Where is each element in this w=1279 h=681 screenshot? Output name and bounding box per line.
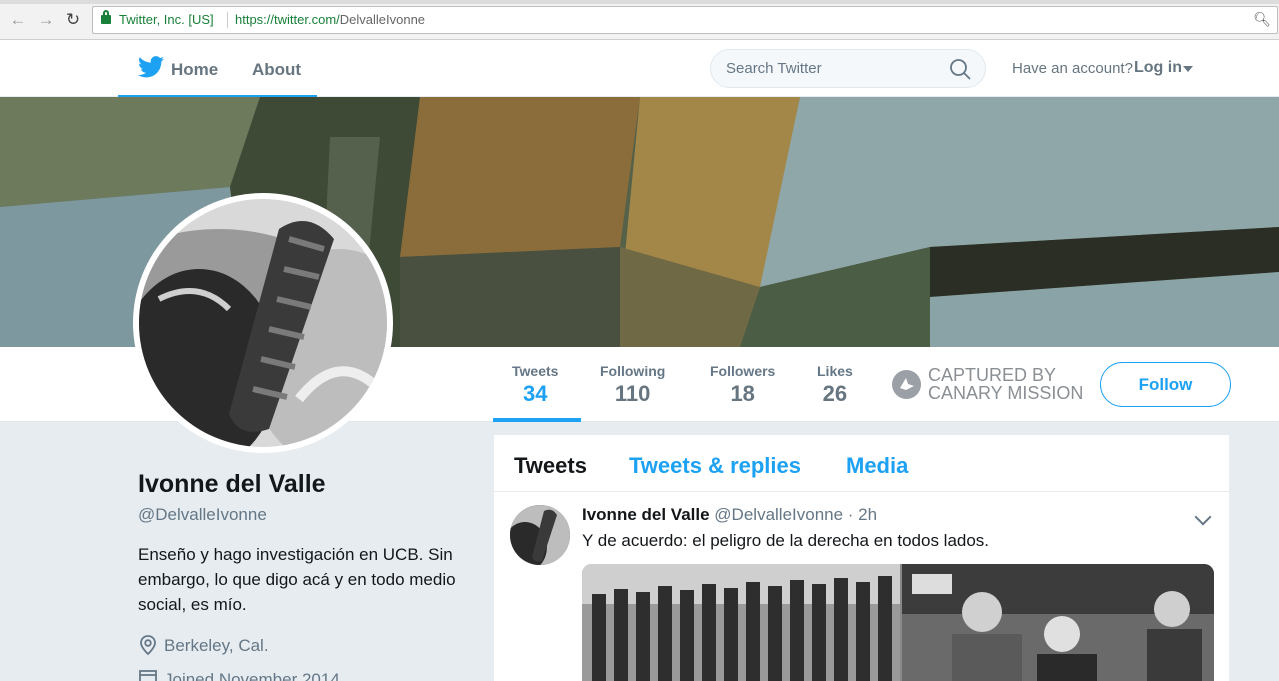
stat-followers-value: 18	[730, 381, 755, 406]
stat-likes-value: 26	[822, 381, 848, 406]
stat-following-value: 110	[614, 381, 651, 406]
location-icon	[140, 635, 156, 656]
lock-icon	[101, 10, 111, 24]
search-icon[interactable]	[949, 58, 971, 80]
twitter-bird-icon	[138, 56, 164, 78]
search-placeholder: Search Twitter	[726, 60, 822, 77]
profile-bio: Enseño y hago investigación en UCB. Sin …	[138, 545, 456, 614]
tab-strip	[0, 0, 1279, 4]
tab-tweets-replies[interactable]: Tweets & replies	[629, 453, 801, 479]
forward-icon[interactable]: →	[36, 10, 56, 30]
active-stat-underline	[493, 418, 581, 422]
tab-tweets[interactable]: Tweets	[514, 453, 587, 479]
profile-avatar[interactable]	[133, 193, 393, 453]
stat-likes[interactable]: Likes 26	[817, 363, 853, 407]
tweet-media[interactable]	[582, 564, 1214, 681]
back-icon[interactable]: ←	[8, 10, 28, 30]
search-input[interactable]: Search Twitter	[710, 49, 986, 88]
address-separator	[227, 12, 228, 28]
nav-home-label: Home	[171, 60, 219, 79]
profile-name[interactable]: Ivonne del Valle	[138, 470, 326, 499]
follow-button[interactable]: Follow	[1100, 362, 1231, 407]
tweet-handle-time[interactable]: @DelvalleIvonne · 2h	[714, 505, 877, 524]
ev-certificate-label: Twitter, Inc. [US]	[119, 12, 214, 27]
login-link[interactable]: Log in	[1134, 59, 1182, 77]
calendar-icon	[139, 670, 157, 681]
tweet-text: Y de acuerdo: el peligro de la derecha e…	[582, 531, 990, 550]
url-text[interactable]: https://twitter.com/DelvalleIvonne	[235, 12, 425, 27]
canary-line-2: CANARY MISSION	[928, 383, 1084, 403]
nav-about[interactable]: About	[252, 60, 301, 80]
stat-tweets[interactable]: Tweets 34	[512, 363, 558, 407]
stat-likes-label: Likes	[817, 363, 853, 379]
timeline: Tweets Tweets & replies Media Ivonne del…	[494, 435, 1229, 681]
stat-followers-label: Followers	[710, 363, 776, 379]
canary-logo-icon	[892, 370, 921, 399]
twitter-topbar: Home About Search Twitter Have an accoun…	[0, 40, 1279, 97]
address-bar[interactable]: Twitter, Inc. [US] https://twitter.com/D…	[92, 6, 1278, 34]
zoom-icon[interactable]: 🔍︎	[1253, 11, 1271, 28]
profile-joined: Joined November 2014	[164, 670, 340, 681]
account-prompt: Have an account?	[1012, 60, 1133, 77]
login-caret-icon[interactable]	[1183, 66, 1193, 72]
tweet-header: Ivonne del Valle @DelvalleIvonne · 2h	[582, 505, 877, 525]
stat-following-label: Following	[600, 363, 666, 379]
timeline-tabs: Tweets Tweets & replies Media	[494, 435, 1229, 492]
canary-mission-watermark: CAPTURED BY CANARY MISSION	[892, 366, 1088, 406]
tweet-photo	[582, 564, 1214, 681]
canary-line-1: CAPTURED BY	[928, 365, 1057, 385]
corn-photo	[139, 199, 387, 447]
chevron-down-icon[interactable]	[1194, 508, 1212, 526]
stat-tweets-value: 34	[522, 381, 548, 406]
tweet-author-name[interactable]: Ivonne del Valle	[582, 505, 710, 524]
stat-followers[interactable]: Followers 18	[710, 363, 775, 407]
browser-toolbar: ← → ↻ Twitter, Inc. [US] https://twitter…	[0, 0, 1279, 40]
reload-icon[interactable]: ↻	[63, 10, 83, 30]
profile-handle[interactable]: @DelvalleIvonne	[138, 505, 267, 525]
tab-media[interactable]: Media	[846, 453, 908, 479]
tweet-avatar[interactable]	[510, 505, 570, 565]
stat-following[interactable]: Following 110	[600, 363, 665, 407]
profile-location: Berkeley, Cal.	[164, 636, 269, 655]
stat-tweets-label: Tweets	[512, 363, 559, 379]
